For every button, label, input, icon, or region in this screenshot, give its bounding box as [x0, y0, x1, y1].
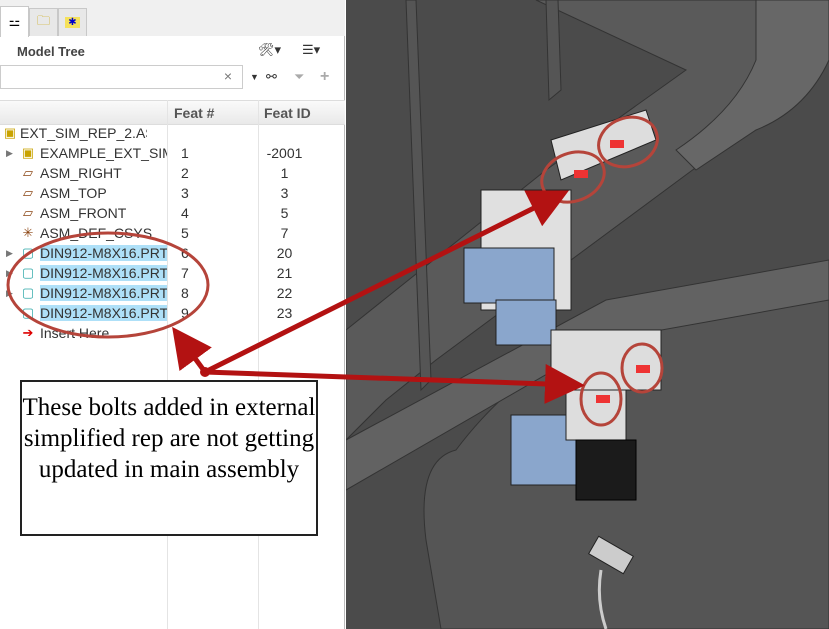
tree-item-label: ASM_FRONT: [40, 205, 127, 221]
feat-id-cell: 7: [280, 225, 289, 241]
feat-num-cell: 1: [181, 145, 189, 161]
feat-num-cell: 6: [181, 245, 189, 261]
part-icon: ▢: [21, 245, 35, 260]
clear-search-icon[interactable]: ×: [224, 68, 232, 84]
tree-item-label: ASM_TOP: [40, 185, 107, 201]
model-tree-tab[interactable]: ⚍: [0, 6, 29, 37]
feat-id-cell: 21: [276, 265, 293, 281]
search-input[interactable]: [1, 66, 216, 88]
feat-id-cell: 1: [280, 165, 289, 181]
search-dropdown-icon[interactable]: ▼: [250, 72, 259, 82]
tree-row[interactable]: ▶ ▢ DIN912-M8X16.PRT 6 20: [0, 244, 345, 264]
datum-plane-icon: ▱: [23, 185, 33, 200]
tree-row[interactable]: ✳ ASM_DEF_CSYS 5 7: [0, 224, 345, 244]
tree-item-label: DIN912-M8X16.PRT: [40, 265, 167, 281]
filter-icon[interactable]: ⏷: [294, 69, 304, 85]
tree-row[interactable]: ▶ ▣ EXAMPLE_EXT_SIM 1 -2001: [0, 144, 345, 164]
tree-row[interactable]: ▢ DIN912-M8X16.PRT 9 23: [0, 304, 345, 324]
tree-item-label: Insert Here: [40, 325, 110, 341]
tree-root[interactable]: ▣ EXT_SIM_REP_2.ASM: [0, 124, 345, 144]
feat-num-cell: 3: [181, 185, 189, 201]
tree-item-label: EXT_SIM_REP_2.ASM: [20, 125, 147, 141]
graphics-viewport[interactable]: [346, 0, 829, 629]
feat-num-cell: 9: [181, 305, 189, 321]
datum-plane-icon: ▱: [23, 165, 33, 180]
csys-icon: ✳: [22, 225, 34, 240]
tree-row[interactable]: ▱ ASM_RIGHT 2 1: [0, 164, 345, 184]
tree-row[interactable]: ▱ ASM_TOP 3 3: [0, 184, 345, 204]
part-icon: ▢: [21, 285, 35, 300]
feat-id-cell: 20: [276, 245, 293, 261]
settings-tools-icon[interactable]: 🛠▾: [258, 42, 281, 58]
tree-item-label: DIN912-M8X16.PRT: [40, 285, 167, 301]
part-icon: ▢: [21, 265, 35, 280]
tree-column-header: Feat # Feat ID: [0, 100, 345, 125]
annotation-callout: These bolts added in external simplified…: [20, 380, 318, 536]
expand-icon[interactable]: ▶: [6, 148, 13, 159]
part-icon: ▢: [21, 305, 35, 320]
favorites-tab[interactable]: ✱: [58, 8, 87, 36]
panel-title: Model Tree: [17, 44, 85, 59]
feat-num-cell: 7: [181, 265, 189, 281]
search-field[interactable]: ×: [0, 65, 243, 89]
datum-plane-icon: ▱: [23, 205, 33, 220]
tree-row[interactable]: ▶ ▢ DIN912-M8X16.PRT 8 22: [0, 284, 345, 304]
feat-id-header[interactable]: Feat ID: [264, 105, 311, 121]
tree-item-label: ASM_RIGHT: [40, 165, 122, 181]
tree-row[interactable]: ▶ ▢ DIN912-M8X16.PRT 7 21: [0, 264, 345, 284]
tree-item-label: ASM_DEF_CSYS: [40, 225, 153, 241]
insert-here-item[interactable]: ➔ Insert Here: [0, 324, 345, 344]
tree-item-label: DIN912-M8X16.PRT: [40, 245, 167, 261]
feat-id-cell: 3: [280, 185, 289, 201]
model-tree-icon: ⚍: [8, 14, 21, 29]
feat-id-cell: 5: [280, 205, 289, 221]
feat-id-cell: 22: [276, 285, 293, 301]
feat-num-cell: 8: [181, 285, 189, 301]
feat-id-cell: -2001: [266, 145, 303, 161]
expand-icon[interactable]: ▶: [6, 268, 13, 279]
find-binoculars-icon[interactable]: ⚯: [266, 69, 277, 85]
feat-id-cell: 23: [276, 305, 293, 321]
tree-row[interactable]: ▱ ASM_FRONT 4 5: [0, 204, 345, 224]
expand-icon[interactable]: ▶: [6, 288, 13, 299]
feat-num-cell: 5: [181, 225, 189, 241]
tree-item-label: EXAMPLE_EXT_SIM: [40, 145, 167, 161]
feat-num-cell: 2: [181, 165, 189, 181]
assembly-icon: ▣: [3, 125, 17, 140]
3d-model-view: [346, 0, 829, 629]
panel-tabs: ⚍ 🗀 ✱: [0, 0, 345, 37]
folders-icon: 🗀: [36, 12, 50, 28]
folder-browser-tab[interactable]: 🗀: [29, 8, 58, 36]
expand-icon[interactable]: ▶: [6, 248, 13, 259]
feat-num-header[interactable]: Feat #: [174, 105, 214, 121]
feat-num-cell: 4: [181, 205, 189, 221]
add-column-icon[interactable]: +: [320, 68, 329, 86]
favorites-folder-icon: ✱: [65, 17, 80, 28]
insert-arrow-icon: ➔: [22, 325, 34, 340]
part-icon: ▣: [21, 145, 35, 160]
show-list-icon[interactable]: ☰▾: [302, 42, 320, 58]
tree-item-label: DIN912-M8X16.PRT: [40, 305, 167, 321]
